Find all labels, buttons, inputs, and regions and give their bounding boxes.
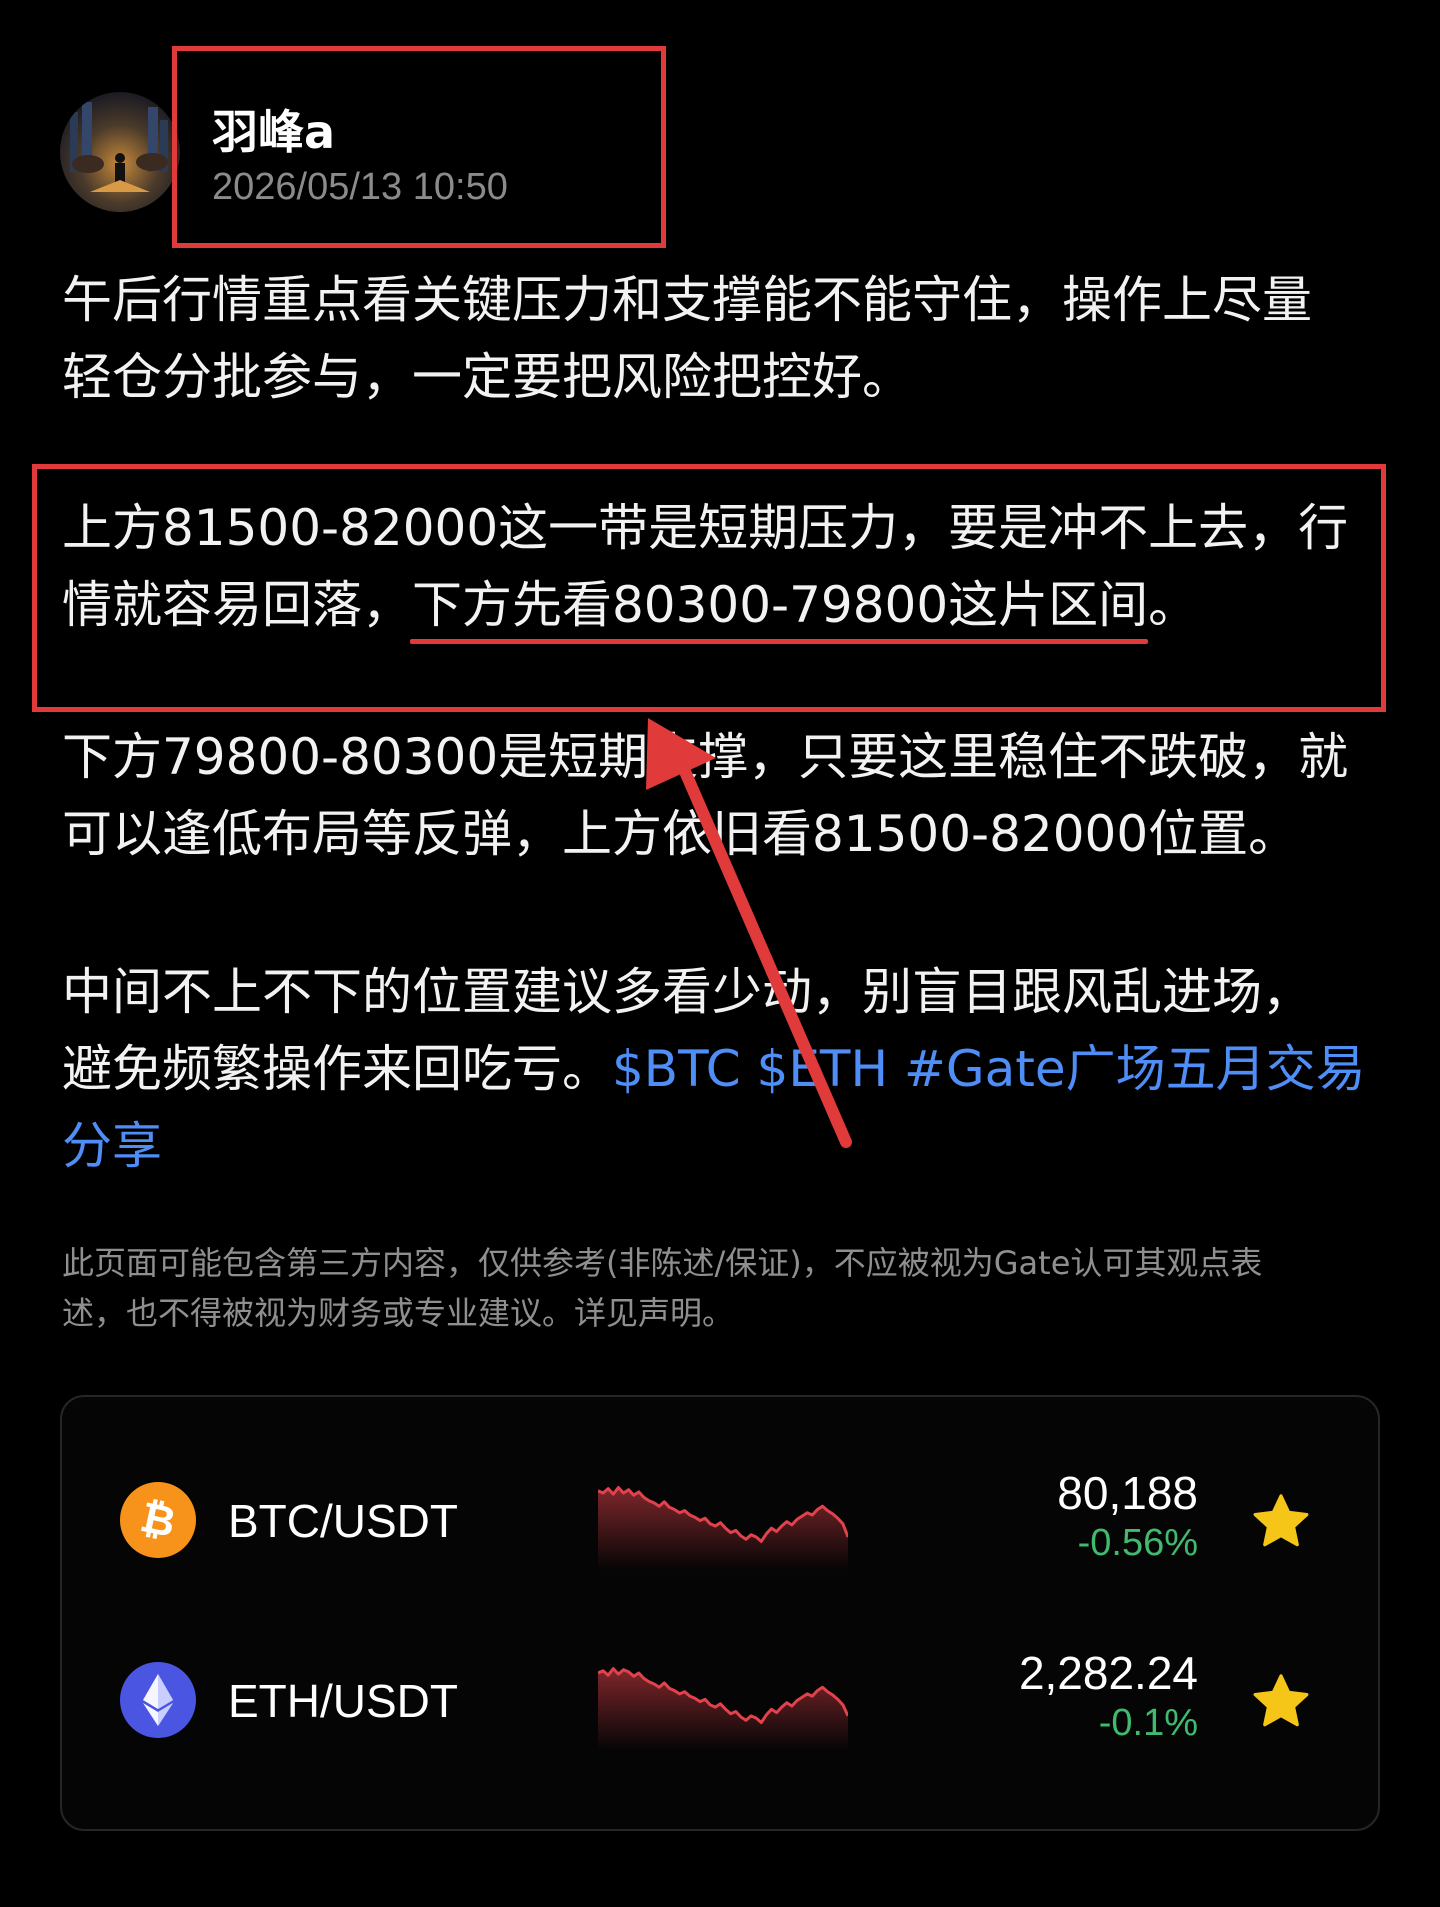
- hashtag-links[interactable]: $BTC $ETH #Gate广场五月交易: [612, 1040, 1366, 1098]
- disclaimer-line: 此页面可能包含第三方内容，仅供参考(非陈述/保证)，不应被视为Gate认可其观点…: [62, 1244, 1263, 1282]
- post-text-segment: 情就容易回落，: [62, 576, 412, 634]
- hashtag-link[interactable]: 分享: [62, 1108, 1392, 1185]
- post-paragraph-1: 午后行情重点看关键压力和支撑能不能守住，操作上尽量 轻仓分批参与，一定要把风险把…: [62, 262, 1392, 416]
- market-pair: ETH/USDT: [228, 1675, 458, 1727]
- post-timestamp: 2026/05/13 10:50: [212, 166, 508, 208]
- price-sparkline: [598, 1486, 848, 1570]
- post-text-line: 中间不上不下的位置建议多看少动，别盲目跟风乱进场，: [62, 963, 1312, 1021]
- underlined-support-range: 下方先看80300-79800这片区间: [412, 576, 1149, 634]
- post-text-line: 上方81500-82000这一带是短期压力，要是冲不上去，行: [62, 499, 1349, 557]
- price-change: -0.1%: [1098, 1702, 1198, 1744]
- post-text-segment: 避免频繁操作来回吃亏。: [62, 1040, 612, 1098]
- post-paragraph-3: 下方79800-80300是短期支撑，只要这里稳住不跌破，就 可以逢低布局等反弹…: [62, 719, 1392, 873]
- author-avatar[interactable]: [60, 92, 180, 212]
- market-row-btc[interactable]: ₿ BTC/USDT 80,188 -0.56%: [62, 1452, 1378, 1592]
- favorite-star-icon[interactable]: [1248, 1670, 1314, 1734]
- post-text-line: 午后行情重点看关键压力和支撑能不能守住，操作上尽量: [62, 271, 1312, 329]
- author-name[interactable]: 羽峰a: [212, 96, 335, 162]
- market-price: 2,282.24: [1018, 1647, 1198, 1699]
- favorite-star-icon[interactable]: [1248, 1490, 1314, 1554]
- market-card: ₿ BTC/USDT 80,188 -0.56% ETH/USDT 2,282.…: [60, 1395, 1380, 1831]
- post-text-line: 下方79800-80300是短期支撑，只要这里稳住不跌破，就: [62, 728, 1349, 786]
- post-text-line: 情就容易回落，下方先看80300-79800这片区间。: [62, 567, 1392, 644]
- market-pair: BTC/USDT: [228, 1495, 458, 1547]
- post-text-segment: 。: [1148, 576, 1199, 634]
- sparkline-area: [598, 1668, 848, 1750]
- post-paragraph-4: 中间不上不下的位置建议多看少动，别盲目跟风乱进场， 避免频繁操作来回吃亏。$BT…: [62, 954, 1392, 1185]
- market-price: 80,188: [1057, 1467, 1198, 1519]
- price-change: -0.56%: [1077, 1522, 1198, 1564]
- disclaimer: 此页面可能包含第三方内容，仅供参考(非陈述/保证)，不应被视为Gate认可其观点…: [62, 1238, 1382, 1338]
- disclaimer-line[interactable]: 述，也不得被视为财务或专业建议。详见声明。: [62, 1288, 1382, 1338]
- market-row-eth[interactable]: ETH/USDT 2,282.24 -0.1%: [62, 1632, 1378, 1772]
- post-text-line: 轻仓分批参与，一定要把风险把控好。: [62, 348, 912, 406]
- sparkline-area: [598, 1487, 848, 1570]
- post-text-line: 可以逢低布局等反弹，上方依旧看81500-82000位置。: [62, 805, 1299, 863]
- bitcoin-icon: ₿: [120, 1482, 196, 1558]
- price-sparkline: [598, 1667, 848, 1750]
- post-text-line: 避免频繁操作来回吃亏。$BTC $ETH #Gate广场五月交易: [62, 1031, 1392, 1108]
- post-paragraph-2: 上方81500-82000这一带是短期压力，要是冲不上去，行 情就容易回落，下方…: [62, 490, 1392, 644]
- ethereum-icon: [120, 1662, 196, 1738]
